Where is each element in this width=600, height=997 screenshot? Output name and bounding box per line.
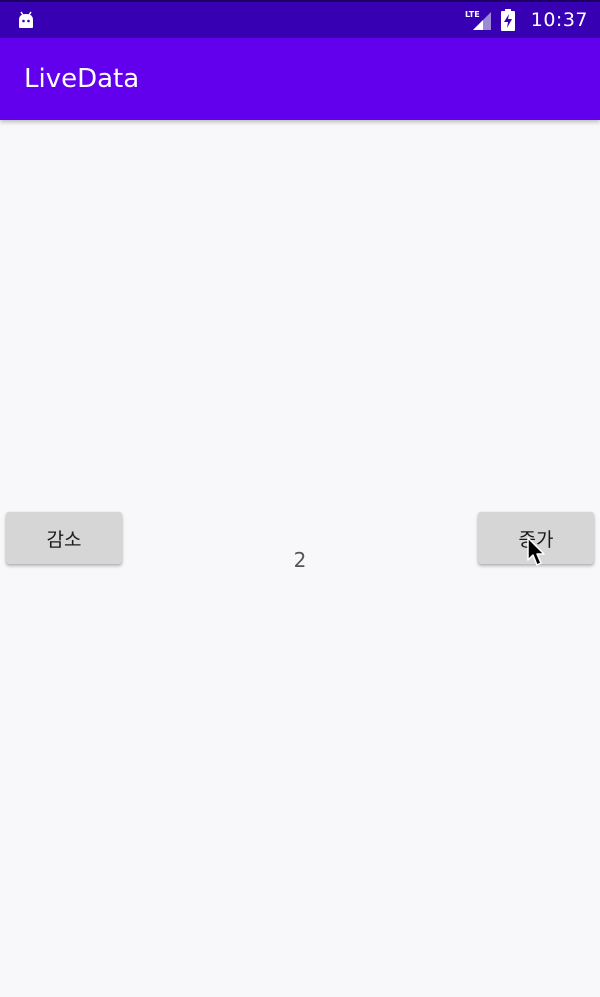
battery-charging-icon [500,9,515,31]
cell-signal-icon: LTE [465,8,493,32]
app-bar: LiveData [0,38,600,120]
network-label: LTE [465,10,480,19]
status-time: 10:37 [530,9,588,31]
status-icons: LTE 10:37 [465,2,588,38]
mouse-pointer-icon [527,537,545,566]
app-title: LiveData [24,64,140,94]
android-icon [19,11,33,28]
status-bar: LTE 10:37 [0,0,600,38]
